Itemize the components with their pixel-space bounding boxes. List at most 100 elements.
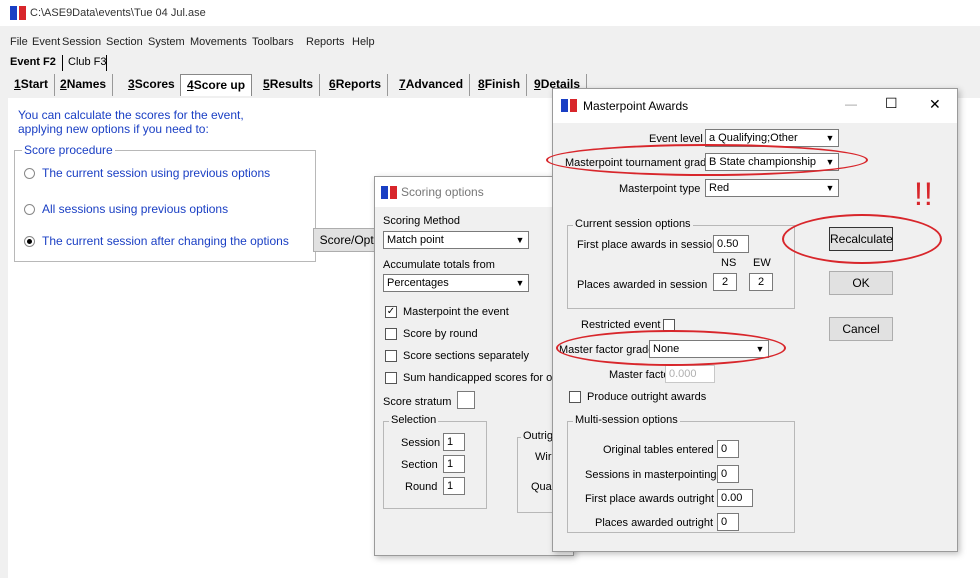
produce-outright-label[interactable]: Produce outright awards [587, 391, 706, 403]
round-label: Round [405, 481, 438, 493]
option-all-sessions-radio[interactable] [24, 204, 35, 215]
score-by-round-label[interactable]: Score by round [403, 328, 478, 340]
tab-score-up[interactable]: 4Score up [180, 74, 253, 96]
menu-file[interactable]: File [10, 36, 28, 48]
tab-results[interactable]: 5Results [257, 74, 321, 96]
tab-key: 4 [187, 78, 194, 92]
score-by-round-checkbox[interactable] [385, 328, 397, 340]
option-current-previous-label[interactable]: The current session using previous optio… [42, 166, 270, 180]
scoring-options-dialog: Scoring options Scoring Method Match poi… [374, 176, 575, 556]
masterpoint-event-label[interactable]: Masterpoint the event [403, 306, 509, 318]
app-icon [561, 99, 577, 112]
places-session-label: Places awarded in session [577, 279, 708, 291]
tab-label: Scores [134, 77, 175, 91]
scoring-method-value: Match point [387, 234, 444, 246]
menu-movements[interactable]: Movements [190, 36, 247, 48]
sessions-mp-field[interactable]: 0 [717, 465, 739, 483]
places-outright-label: Places awarded outright [595, 517, 714, 529]
tab-label: Names [66, 77, 107, 91]
grade-highlight-oval [546, 144, 868, 176]
tab-label: Results [269, 77, 314, 91]
score-procedure-label: Score procedure [22, 143, 115, 157]
sum-handicapped-label[interactable]: Sum handicapped scores for out [403, 372, 561, 384]
option-current-previous-radio[interactable] [24, 168, 35, 179]
accumulate-value: Percentages [387, 277, 449, 289]
sum-handicapped-checkbox[interactable] [385, 372, 397, 384]
tab-label: Start [20, 77, 49, 91]
exclamation-annotation: !! [914, 176, 934, 212]
tab-label: Score up [193, 78, 246, 92]
score-stratum-label: Score stratum [383, 396, 452, 408]
cancel-button[interactable]: Cancel [829, 317, 893, 341]
scoring-options-titlebar: Scoring options [375, 177, 573, 207]
tab-advanced[interactable]: 7Advanced [393, 74, 471, 96]
close-button[interactable]: ✕ [929, 96, 941, 113]
menu-help[interactable]: Help [352, 36, 375, 48]
menu-event[interactable]: Event [32, 36, 60, 48]
option-current-changing-label[interactable]: The current session after changing the o… [42, 234, 289, 248]
tab-event-f2[interactable]: Event F2 [10, 56, 56, 68]
minimize-button[interactable]: — [845, 97, 857, 111]
tab-scores[interactable]: 3Scores [122, 74, 182, 96]
main-tab-row: 1Start 2Names 3Scores 4Score up 5Results… [8, 74, 588, 98]
masterpoint-titlebar: Masterpoint Awards — ☐ ✕ [553, 89, 957, 123]
score-sections-label[interactable]: Score sections separately [403, 350, 529, 362]
section-field[interactable]: 1 [443, 455, 465, 473]
app-title: C:\ASE9Data\events\Tue 04 Jul.ase [30, 7, 206, 19]
chevron-down-icon: ▼ [822, 130, 838, 146]
places-ns-field[interactable]: 2 [713, 273, 737, 291]
chevron-down-icon: ▼ [512, 275, 528, 291]
produce-outright-checkbox[interactable] [569, 391, 581, 403]
masterpoint-type-label: Masterpoint type [619, 183, 701, 195]
menu-system[interactable]: System [148, 36, 185, 48]
score-stratum-field[interactable] [457, 391, 475, 409]
win-label: Wir [535, 451, 552, 463]
score-options-button[interactable]: Score/Opti [313, 228, 383, 252]
app-titlebar: C:\ASE9Data\events\Tue 04 Jul.ase [0, 0, 980, 26]
tab-names[interactable]: 2Names [54, 74, 114, 96]
first-place-field[interactable]: 0.50 [713, 235, 749, 253]
tab-start[interactable]: 1Start [8, 74, 56, 96]
score-sections-checkbox[interactable] [385, 350, 397, 362]
tab-reports[interactable]: 6Reports [323, 74, 389, 96]
original-tables-field[interactable]: 0 [717, 440, 739, 458]
first-outright-field[interactable]: 0.00 [717, 489, 753, 507]
current-session-label: Current session options [573, 218, 693, 230]
original-tables-label: Original tables entered [603, 444, 714, 456]
menu-section[interactable]: Section [106, 36, 143, 48]
scoring-method-select[interactable]: Match point ▼ [383, 231, 529, 249]
divider [106, 55, 107, 71]
tab-key: 5 [263, 77, 270, 91]
masterpoint-event-checkbox[interactable]: ✓ [385, 306, 397, 318]
places-outright-field[interactable]: 0 [717, 513, 739, 531]
chevron-down-icon: ▼ [822, 180, 838, 196]
masterpoint-type-select[interactable]: Red ▼ [705, 179, 839, 197]
round-field[interactable]: 1 [443, 477, 465, 495]
multi-session-label: Multi-session options [573, 414, 680, 426]
tab-key: 8 [478, 77, 485, 91]
session-field[interactable]: 1 [443, 433, 465, 451]
option-all-sessions-label[interactable]: All sessions using previous options [42, 202, 228, 216]
tab-key: 2 [60, 77, 67, 91]
tab-key: 9 [534, 77, 541, 91]
option-current-changing-radio[interactable] [24, 236, 35, 247]
intro-text-2: applying new options if you need to: [18, 122, 209, 136]
tab-key: 7 [399, 77, 406, 91]
maximize-button[interactable]: ☐ [885, 95, 898, 112]
menu-session[interactable]: Session [62, 36, 101, 48]
menu-reports[interactable]: Reports [306, 36, 345, 48]
tab-key: 6 [329, 77, 336, 91]
ew-label: EW [753, 257, 771, 269]
first-outright-label: First place awards outright [585, 493, 714, 505]
session-label: Session [401, 437, 441, 449]
tab-club-f3[interactable]: Club F3 [68, 56, 107, 68]
masterpoint-title: Masterpoint Awards [583, 99, 689, 113]
accumulate-select[interactable]: Percentages ▼ [383, 274, 529, 292]
recalculate-highlight-oval [782, 214, 942, 264]
menu-toolbars[interactable]: Toolbars [252, 36, 294, 48]
ok-button[interactable]: OK [829, 271, 893, 295]
tab-finish[interactable]: 8Finish [472, 74, 528, 96]
places-ew-field[interactable]: 2 [749, 273, 773, 291]
tab-label: Advanced [405, 77, 464, 91]
selection-label: Selection [389, 414, 439, 426]
